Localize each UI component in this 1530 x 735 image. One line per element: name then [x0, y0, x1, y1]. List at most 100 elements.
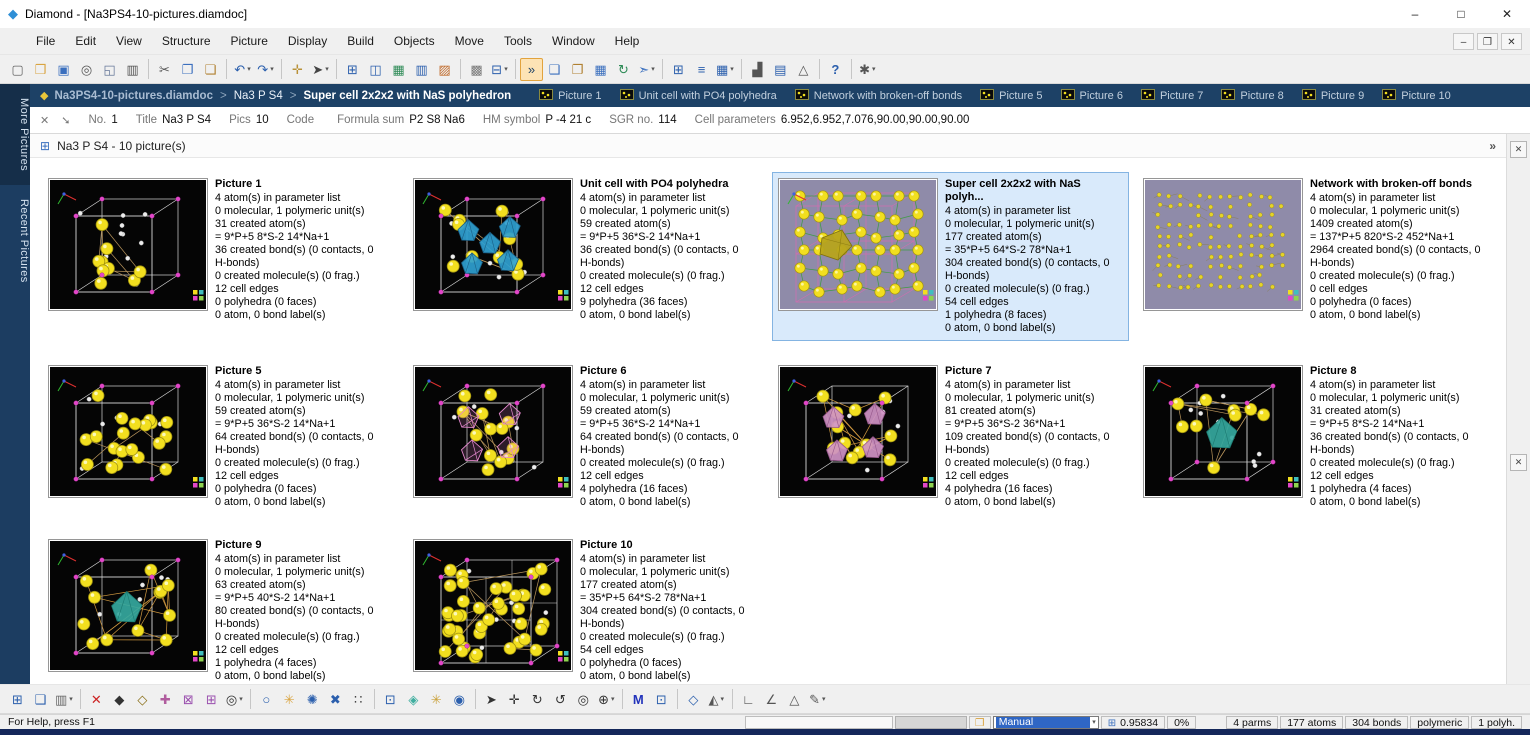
help-icon[interactable]: ? — [824, 58, 847, 81]
picture-gallery-icon[interactable]: ▦ — [589, 58, 612, 81]
minimize-button[interactable]: – — [1392, 0, 1438, 28]
picture-thumbnail[interactable] — [48, 365, 208, 498]
find-icon[interactable]: ◎ — [75, 58, 98, 81]
menu-edit[interactable]: Edit — [65, 28, 106, 54]
view-settings-icon[interactable]: ▥▾ — [52, 688, 76, 711]
menu-file[interactable]: File — [26, 28, 65, 54]
picture-card-picture-10[interactable]: Picture 104 atom(s) in parameter list0 m… — [407, 533, 764, 684]
mode-select[interactable]: Manual ▾ — [993, 716, 1099, 729]
chart-icon[interactable]: △ — [792, 58, 815, 81]
picture-card-super-cell-2x2x2-with-nas-polyh[interactable]: Super cell 2x2x2 with NaS polyh...4 atom… — [772, 172, 1129, 341]
render-scene-icon[interactable]: ⊡ — [650, 688, 673, 711]
picture-tab-picture-10[interactable]: Picture 10 — [1382, 89, 1451, 103]
expand-section-icon[interactable]: » — [1489, 139, 1496, 153]
properties-icon[interactable]: ▩ — [465, 58, 488, 81]
mdi-close-button[interactable]: ✕ — [1501, 33, 1522, 50]
edit-mode-icon[interactable]: ✎▾ — [806, 688, 829, 711]
fill-cell-range-icon[interactable]: ⊞ — [200, 688, 223, 711]
paste-icon[interactable]: ❏ — [199, 58, 222, 81]
complete-fragments-icon[interactable]: ✳ — [278, 688, 301, 711]
save-document-icon[interactable]: ▣ — [52, 58, 75, 81]
structure-picture-icon[interactable]: ◫ — [364, 58, 387, 81]
menu-window[interactable]: Window — [542, 28, 605, 54]
view-list-icon[interactable]: ≡ — [690, 58, 713, 81]
picture-thumbnail[interactable] — [778, 178, 938, 311]
measure-angle-icon[interactable]: ∠ — [760, 688, 783, 711]
breadcrumb-current-picture[interactable]: Super cell 2x2x2 with NaS polyhedron — [303, 90, 511, 102]
set-center-icon[interactable]: ⊕▾ — [595, 688, 618, 711]
picture-tab-picture-6[interactable]: Picture 6 — [1061, 89, 1123, 103]
view-table-icon[interactable]: ⊞ — [667, 58, 690, 81]
coordination-spheres-icon[interactable]: ✺ — [301, 688, 324, 711]
menu-help[interactable]: Help — [605, 28, 650, 54]
zoom-mode-icon[interactable]: ◎ — [572, 688, 595, 711]
breadcrumb-structure[interactable]: Na3 P S4 — [234, 90, 283, 102]
expand-info-icon[interactable]: ➘ — [61, 114, 70, 127]
menu-tools[interactable]: Tools — [494, 28, 542, 54]
mdi-minimize-button[interactable]: – — [1453, 33, 1474, 50]
measure-table-icon[interactable]: ▤ — [769, 58, 792, 81]
menu-objects[interactable]: Objects — [384, 28, 445, 54]
viewing-direction-icon[interactable]: ◇ — [682, 688, 705, 711]
close-info-icon[interactable]: ✕ — [40, 114, 49, 127]
perspective-icon[interactable]: ◭▾ — [705, 688, 728, 711]
polyhedra-icon[interactable]: ◈ — [402, 688, 425, 711]
picture-thumbnail[interactable] — [778, 365, 938, 498]
picture-tab-picture-7[interactable]: Picture 7 — [1141, 89, 1203, 103]
measure-plane-icon[interactable]: △ — [783, 688, 806, 711]
undo-icon[interactable]: ↶▾ — [231, 58, 254, 81]
picture-tab-picture-9[interactable]: Picture 9 — [1302, 89, 1364, 103]
distances-angles-icon[interactable]: ▥ — [410, 58, 433, 81]
picture-card-picture-9[interactable]: Picture 94 atom(s) in parameter list0 mo… — [42, 533, 399, 684]
create-atoms-icon[interactable]: ◆ — [108, 688, 131, 711]
open-document-icon[interactable]: ❒ — [29, 58, 52, 81]
movie-icon[interactable]: M — [627, 688, 650, 711]
powder-diagram-icon[interactable]: ▨ — [433, 58, 456, 81]
picture-tab-picture-8[interactable]: Picture 8 — [1221, 89, 1283, 103]
navigation-bar-icon[interactable]: » — [520, 58, 543, 81]
select-mode-icon[interactable]: ➤ — [480, 688, 503, 711]
measure-distance-icon[interactable]: ∟ — [737, 688, 760, 711]
picture-thumbnail[interactable] — [48, 539, 208, 672]
duplicate-picture-icon[interactable]: ❐ — [566, 58, 589, 81]
table-of-pictures-icon[interactable]: ⊞ — [341, 58, 364, 81]
menu-display[interactable]: Display — [278, 28, 337, 54]
picture-card-picture-1[interactable]: Picture 14 atom(s) in parameter list0 mo… — [42, 172, 399, 341]
broken-off-bonds-icon[interactable]: ✖ — [324, 688, 347, 711]
connect-atoms-icon[interactable]: ✚ — [154, 688, 177, 711]
print-preview-icon[interactable]: ◱ — [98, 58, 121, 81]
new-document-icon[interactable]: ▢ — [6, 58, 29, 81]
picture-thumbnail[interactable] — [1143, 178, 1303, 311]
picture-card-unit-cell-with-po4-polyhedra[interactable]: Unit cell with PO4 polyhedra4 atom(s) in… — [407, 172, 764, 341]
create-all-atoms-icon[interactable]: ◇ — [131, 688, 154, 711]
histogram-icon[interactable]: ▟ — [746, 58, 769, 81]
data-sheet-icon[interactable]: ▦ — [387, 58, 410, 81]
print-icon[interactable]: ▥ — [121, 58, 144, 81]
packing-icon[interactable]: ◎▾ — [223, 688, 246, 711]
sidebar-tab-more-pictures[interactable]: More Pictures — [0, 84, 30, 185]
mdi-restore-button[interactable]: ❐ — [1477, 33, 1498, 50]
close-button[interactable]: ✕ — [1484, 0, 1530, 28]
copy-icon[interactable]: ❐ — [176, 58, 199, 81]
menu-build[interactable]: Build — [337, 28, 384, 54]
picture-thumbnail[interactable] — [413, 539, 573, 672]
picture-card-picture-8[interactable]: Picture 84 atom(s) in parameter list0 mo… — [1137, 359, 1494, 515]
thermal-ellipsoids-icon[interactable]: ◉ — [448, 688, 471, 711]
picture-frame-icon[interactable]: ❑ — [29, 688, 52, 711]
picture-card-picture-7[interactable]: Picture 74 atom(s) in parameter list0 mo… — [772, 359, 1129, 515]
sidebar-tab-recent-pictures[interactable]: Recent Pictures — [0, 185, 30, 297]
picture-thumbnail[interactable] — [413, 365, 573, 498]
new-picture-icon[interactable]: ❑ — [543, 58, 566, 81]
picture-thumbnail[interactable] — [48, 178, 208, 311]
menu-view[interactable]: View — [106, 28, 152, 54]
move-mode-icon[interactable]: ✛ — [503, 688, 526, 711]
picture-tab-picture-5[interactable]: Picture 5 — [980, 89, 1042, 103]
picture-thumbnail[interactable] — [1143, 365, 1303, 498]
redo-icon[interactable]: ↷▾ — [254, 58, 277, 81]
hydrogen-bonds-icon[interactable]: ∷ — [347, 688, 370, 711]
maximize-button[interactable]: □ — [1438, 0, 1484, 28]
rotate-mode-icon[interactable]: ↻ — [526, 688, 549, 711]
destroy-all-icon[interactable]: ✕ — [85, 688, 108, 711]
update-picture-icon[interactable]: ↻ — [612, 58, 635, 81]
picture-tab-picture-1[interactable]: Picture 1 — [539, 89, 601, 103]
